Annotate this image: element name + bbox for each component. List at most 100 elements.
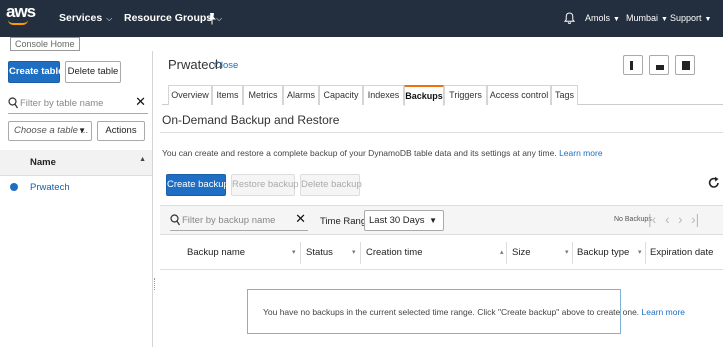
- column-status[interactable]: Status: [306, 247, 333, 258]
- user-label: Amols: [585, 13, 611, 23]
- prev-page-icon[interactable]: ‹: [665, 211, 670, 227]
- layout-full-button[interactable]: [675, 55, 695, 75]
- support-label: Support: [670, 13, 702, 23]
- section-divider: [160, 132, 723, 133]
- table-filter-input[interactable]: Filter by table name ✕: [8, 94, 148, 114]
- last-page-icon[interactable]: ›|: [691, 211, 699, 227]
- tab-capacity[interactable]: Capacity: [319, 85, 363, 105]
- name-column-header: Name: [30, 157, 56, 168]
- column-divider: [506, 242, 507, 264]
- column-expiration-date[interactable]: Expiration date: [650, 247, 713, 258]
- delete-backup-button[interactable]: Delete backup: [300, 174, 362, 196]
- panel-resize-handle[interactable]: [154, 278, 156, 290]
- backup-table-header: Backup name ▾ Status ▾ Creation time ▴ S…: [160, 236, 723, 270]
- backup-filter-placeholder: Filter by backup name: [182, 215, 276, 226]
- tab-backups[interactable]: Backups: [404, 85, 444, 106]
- create-backup-button[interactable]: Create backup: [166, 174, 229, 196]
- delete-table-button[interactable]: Delete table: [65, 61, 121, 83]
- chevron-down-icon: ⌵: [216, 14, 223, 23]
- tab-indexes[interactable]: Indexes: [363, 85, 404, 105]
- sort-asc-icon[interactable]: ▲: [139, 156, 146, 163]
- next-page-icon[interactable]: ›: [678, 211, 683, 227]
- layout-split-horizontal-button[interactable]: [649, 55, 669, 75]
- aws-logo[interactable]: aws: [6, 2, 36, 26]
- tab-triggers[interactable]: Triggers: [444, 85, 487, 105]
- chevron-down-icon: ▼: [429, 216, 437, 225]
- pin-icon[interactable]: [207, 12, 217, 25]
- split-bottom-icon: [656, 65, 664, 70]
- close-link[interactable]: Close: [214, 60, 238, 71]
- column-size[interactable]: Size: [512, 247, 530, 258]
- panel-divider: [152, 51, 153, 347]
- time-range-value: Last 30 Days: [369, 215, 425, 226]
- console-home-tooltip: Console Home: [10, 37, 80, 51]
- chevron-down-icon: ▼: [613, 16, 620, 23]
- sort-asc-icon[interactable]: ▴: [500, 248, 504, 256]
- column-divider: [645, 242, 646, 264]
- full-panel-icon: [682, 61, 690, 70]
- region-label: Mumbai: [626, 13, 659, 23]
- top-nav-bar: aws Services ⌵ Resource Groups ⌵ Amols ▼ Mu…: [0, 0, 723, 37]
- table-list-header[interactable]: Name ▲: [0, 150, 152, 176]
- backup-description-text: You can create and restore a complete ba…: [162, 148, 557, 158]
- services-label: Services: [59, 12, 103, 24]
- aws-smile-icon: [8, 20, 28, 25]
- pagination-status: No Backups: [614, 216, 652, 223]
- selected-radio-icon[interactable]: [10, 183, 18, 191]
- region-menu[interactable]: Mumbai ▼: [626, 0, 668, 37]
- column-backup-name[interactable]: Backup name: [187, 247, 245, 258]
- chevron-down-icon: ▼: [661, 16, 668, 23]
- column-divider: [572, 242, 573, 264]
- services-menu[interactable]: Services ⌵: [59, 0, 112, 37]
- tab-metrics[interactable]: Metrics: [243, 85, 283, 105]
- bell-icon[interactable]: [564, 12, 575, 24]
- clear-filter-icon[interactable]: ✕: [135, 94, 146, 110]
- tab-alarms[interactable]: Alarms: [283, 85, 319, 105]
- column-divider: [360, 242, 361, 264]
- clear-filter-icon[interactable]: ✕: [295, 211, 306, 227]
- time-range-select[interactable]: Last 30 Days ▼: [364, 210, 444, 231]
- detail-tabs: Overview Items Metrics Alarms Capacity I…: [162, 85, 723, 106]
- chevron-down-icon: ▼: [704, 16, 712, 23]
- table-row[interactable]: Prwatech: [0, 177, 152, 199]
- tab-items[interactable]: Items: [212, 85, 243, 105]
- actions-button[interactable]: Actions: [97, 121, 145, 141]
- empty-state-body: You have no backups in the current selec…: [263, 307, 640, 317]
- support-menu[interactable]: Support ▼: [670, 0, 711, 37]
- restore-backup-button[interactable]: Restore backup: [231, 174, 299, 196]
- backup-filter-bar: Filter by backup name ✕ Time Range Last …: [160, 205, 723, 235]
- empty-state-message: You have no backups in the current selec…: [247, 289, 685, 334]
- empty-state-text: You have no backups in the current selec…: [263, 307, 685, 317]
- create-table-button[interactable]: Create table: [8, 61, 63, 83]
- table-filter-placeholder: Filter by table name: [20, 98, 104, 109]
- refresh-icon[interactable]: [707, 176, 721, 190]
- table-name-link[interactable]: Prwatech: [30, 182, 70, 193]
- empty-state-learn-more-link[interactable]: Learn more: [642, 307, 685, 317]
- section-title: On-Demand Backup and Restore: [162, 113, 340, 127]
- column-backup-type[interactable]: Backup type: [577, 247, 629, 258]
- chevron-down-icon: ▼: [78, 126, 86, 135]
- column-divider: [300, 242, 301, 264]
- learn-more-link[interactable]: Learn more: [559, 148, 602, 158]
- user-menu[interactable]: Amols ▼: [585, 0, 620, 37]
- tab-tags[interactable]: Tags: [551, 85, 578, 105]
- sort-icon[interactable]: ▾: [565, 248, 569, 256]
- tab-overview[interactable]: Overview: [168, 85, 212, 105]
- sort-icon[interactable]: ▾: [352, 248, 356, 256]
- sort-icon[interactable]: ▾: [292, 248, 296, 256]
- layout-split-vertical-button[interactable]: [623, 55, 643, 75]
- search-icon: [8, 97, 18, 109]
- tab-access-control[interactable]: Access control: [487, 85, 551, 105]
- backup-description: You can create and restore a complete ba…: [162, 148, 603, 158]
- choose-table-select[interactable]: Choose a table ... ▼: [8, 121, 92, 141]
- aws-logo-text: aws: [6, 2, 36, 21]
- backup-filter-input[interactable]: Filter by backup name ✕: [170, 211, 308, 231]
- column-creation-time[interactable]: Creation time: [366, 247, 423, 258]
- resource-groups-label: Resource Groups: [124, 12, 213, 24]
- sort-icon[interactable]: ▾: [638, 248, 642, 256]
- chevron-down-icon: ⌵: [106, 14, 113, 23]
- actions-label: Actions: [105, 125, 137, 136]
- first-page-icon[interactable]: |‹: [648, 211, 656, 227]
- split-left-icon: [630, 61, 633, 70]
- search-icon: [170, 214, 180, 226]
